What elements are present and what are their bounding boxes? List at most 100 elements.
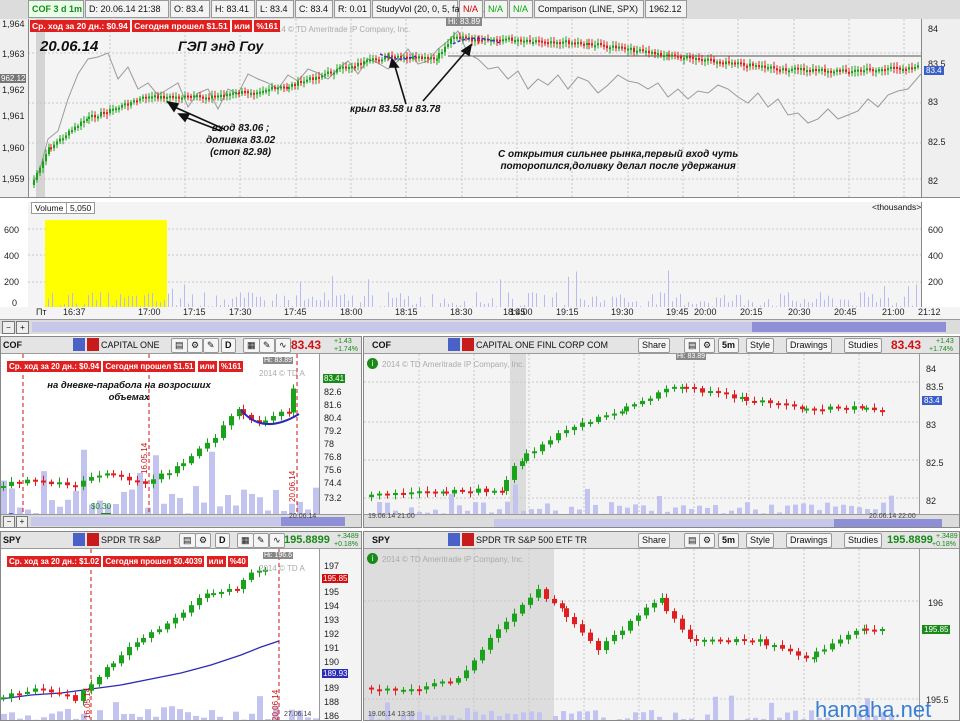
candle-body <box>749 64 751 67</box>
volume-bar <box>908 286 909 308</box>
candle-body <box>664 389 669 393</box>
drawings-icon[interactable]: ✎ <box>259 338 275 353</box>
candle-body <box>86 119 88 121</box>
settings-icon[interactable]: ⚙ <box>187 338 203 353</box>
dropdown-icon[interactable] <box>448 533 460 546</box>
symbol-field[interactable]: COF <box>3 340 22 350</box>
candle-body <box>523 41 525 43</box>
main-price-chart: 20.06.14 ГЭП энд Гоу 2014 © TD Ameritrad… <box>0 19 960 197</box>
style-label: Style <box>750 340 770 350</box>
right-axis: 84 83.5 83 82.5 82 83.4 <box>922 19 960 197</box>
drawings-button[interactable]: Drawings <box>786 338 832 353</box>
candle-body <box>564 608 569 617</box>
candle-body <box>854 70 856 72</box>
candle-body <box>74 127 76 130</box>
style-button[interactable]: Style <box>746 533 774 548</box>
volume-bar <box>916 285 917 308</box>
chart-icon[interactable]: ▤ <box>171 338 188 353</box>
axis-label: 74.4 <box>324 478 342 488</box>
scroll-thumb[interactable] <box>752 322 946 332</box>
candle-body <box>315 77 317 80</box>
candle-body <box>109 109 111 113</box>
candle-body <box>235 589 240 591</box>
candle-body <box>71 130 73 132</box>
candle-body <box>300 81 302 83</box>
style-icon[interactable]: ▦ <box>243 338 260 353</box>
pen-icon[interactable]: ✎ <box>203 338 219 353</box>
volume-bar <box>153 717 159 721</box>
symbol-field[interactable]: COF <box>372 340 391 350</box>
drawings-button[interactable]: Drawings <box>786 533 832 548</box>
axis-label: 191 <box>324 643 339 653</box>
candle-body <box>433 492 438 494</box>
candle-body <box>844 408 849 410</box>
candle-body <box>127 103 129 105</box>
zoom-out-icon[interactable]: − <box>2 321 15 334</box>
volume-bar <box>673 713 678 721</box>
candle-body <box>890 67 892 69</box>
interval-button[interactable]: 5m <box>718 533 739 548</box>
symbol-field[interactable]: SPY <box>372 535 390 545</box>
volume-bar <box>152 293 153 308</box>
volume-bar <box>697 506 702 514</box>
p2-volume <box>369 484 894 514</box>
share-button[interactable]: Share <box>638 533 670 548</box>
candle-body <box>586 43 588 45</box>
settings-icon[interactable]: ⚙ <box>195 533 211 548</box>
candle-body <box>536 589 541 598</box>
or-label: или <box>232 20 252 32</box>
last-price: 83.43 <box>291 337 321 353</box>
settings-icon[interactable]: ⚙ <box>699 533 715 548</box>
time-label: Пт <box>36 307 47 317</box>
info-icon[interactable]: i <box>367 358 378 369</box>
zoom-in-icon[interactable]: + <box>16 321 29 334</box>
volume-bar <box>425 715 430 721</box>
studies-button[interactable]: Studies <box>844 533 882 548</box>
candle-body <box>283 86 285 88</box>
time-label: 18:00 <box>340 307 363 317</box>
candle-body <box>205 594 210 598</box>
candle-body <box>253 93 255 95</box>
candle-body <box>532 42 534 44</box>
candle-body <box>758 639 763 641</box>
scroll-thumb[interactable] <box>834 519 942 528</box>
style-icon[interactable]: ▦ <box>237 533 254 548</box>
aggregation-button[interactable]: D <box>221 338 236 353</box>
candle-body <box>604 415 609 417</box>
candle-body <box>181 613 186 618</box>
main-scrollbar[interactable] <box>32 322 946 332</box>
date-field: D: 20.06.14 21:38 <box>85 0 169 18</box>
volume-bar <box>449 494 454 514</box>
candle-body <box>291 389 296 413</box>
dropdown-icon[interactable] <box>73 533 85 546</box>
info-icon[interactable]: i <box>367 553 378 564</box>
candle-body <box>600 43 602 45</box>
candle-body <box>306 80 308 82</box>
chart-icon[interactable]: ▤ <box>179 533 196 548</box>
studies-icon[interactable]: ∿ <box>269 533 285 548</box>
dropdown-icon[interactable] <box>73 338 85 351</box>
studies-button[interactable]: Studies <box>844 338 882 353</box>
candle-body <box>130 102 132 105</box>
dropdown-icon[interactable] <box>448 338 460 351</box>
drawings-icon[interactable]: ✎ <box>253 533 269 548</box>
axis-label: 84 <box>926 364 936 374</box>
style-button[interactable]: Style <box>746 338 774 353</box>
candle-body <box>866 68 868 70</box>
zoom-in-icon[interactable]: + <box>16 516 28 528</box>
symbol-label[interactable]: COF 3 d 1m <box>28 0 84 18</box>
volume-bar <box>809 710 814 721</box>
share-button[interactable]: Share <box>638 338 670 353</box>
settings-icon[interactable]: ⚙ <box>699 338 715 353</box>
zoom-out-icon[interactable]: − <box>3 516 15 528</box>
p2-scrollbar[interactable] <box>494 519 942 528</box>
candle-body <box>517 40 519 42</box>
aggregation-button[interactable]: D <box>215 533 230 548</box>
candle-body <box>725 61 727 64</box>
cof-intraday-header: COF CAPITAL ONE FINL CORP COM Share ▤ ⚙ … <box>364 337 960 354</box>
studies-icon[interactable]: ∿ <box>275 338 291 353</box>
interval-button[interactable]: 5m <box>718 338 739 353</box>
volume-bar <box>257 497 263 514</box>
symbol-field[interactable]: SPY <box>3 535 21 545</box>
volume-bar <box>233 505 239 514</box>
